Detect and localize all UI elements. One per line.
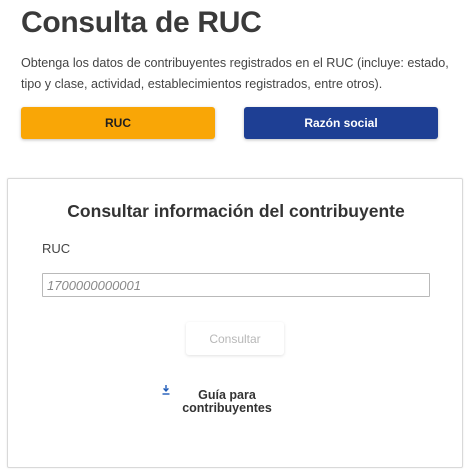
page: Consulta de RUC Obtenga los datos de con… [0, 0, 474, 474]
ruc-tab-button[interactable]: RUC [21, 107, 215, 139]
guide-link[interactable]: Guía para contribuyentes [158, 383, 318, 423]
page-subtitle: Obtenga los datos de contribuyentes regi… [21, 56, 449, 91]
download-icon [162, 385, 170, 395]
ruc-field-label: RUC [42, 241, 71, 256]
consultar-button[interactable]: Consultar [186, 322, 284, 355]
guide-label-line1: Guía para [198, 388, 256, 402]
card-title: Consultar información del contribuyente [67, 201, 405, 221]
guide-label: Guía para contribuyentes [176, 389, 278, 415]
guide-label-line2: contribuyentes [182, 401, 272, 415]
consulta-card: Consultar información del contribuyente … [7, 178, 463, 468]
ruc-input[interactable] [42, 273, 430, 297]
razon-social-tab-button[interactable]: Razón social [244, 107, 438, 139]
page-title: Consulta de RUC [21, 6, 262, 39]
